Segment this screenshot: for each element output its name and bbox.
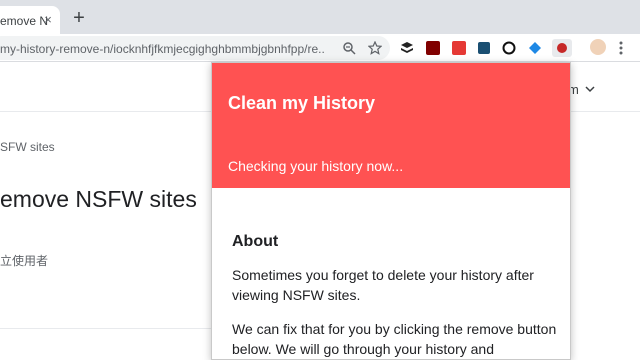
page-title: emove NSFW sites bbox=[0, 186, 197, 212]
red-extension-icon[interactable] bbox=[452, 41, 466, 55]
extension-popup: Clean my History Checking your history n… bbox=[211, 62, 571, 360]
profile-avatar[interactable] bbox=[590, 39, 606, 55]
about-paragraph-1: Sometimes you forget to delete your hist… bbox=[232, 267, 534, 303]
browser-tab[interactable]: emove NSFW × bbox=[0, 6, 60, 34]
tab-strip: emove NSFW × + bbox=[0, 0, 640, 34]
zoom-icon[interactable] bbox=[342, 41, 356, 55]
popup-body: About Sometimes you forget to delete you… bbox=[232, 233, 562, 360]
dark-extension-icon[interactable] bbox=[478, 42, 490, 54]
circle-extension-icon[interactable] bbox=[502, 41, 516, 55]
clean-history-extension-icon[interactable] bbox=[552, 39, 572, 57]
address-bar[interactable]: my-history-remove-n/iocknhfjfkmjecgighgh… bbox=[0, 36, 390, 60]
browser-toolbar: my-history-remove-n/iocknhfjfkmjecgighgh… bbox=[0, 34, 640, 62]
ublock-extension-icon[interactable] bbox=[426, 41, 440, 55]
user-count-text: 立使用者 bbox=[0, 254, 49, 268]
more-menu-icon[interactable] bbox=[616, 41, 626, 55]
blue-extension-icon[interactable] bbox=[528, 41, 542, 55]
divider bbox=[0, 328, 212, 329]
popup-status: Checking your history now... bbox=[228, 158, 404, 174]
bookmark-star-icon[interactable] bbox=[368, 41, 382, 55]
about-heading: About bbox=[232, 233, 279, 250]
layers-extension-icon[interactable] bbox=[400, 41, 414, 55]
popup-header: Clean my History Checking your history n… bbox=[212, 63, 570, 188]
popup-title: Clean my History bbox=[228, 93, 376, 113]
tab-close-icon[interactable]: × bbox=[40, 12, 56, 28]
breadcrumb[interactable]: SFW sites bbox=[0, 140, 55, 154]
about-paragraph-2: We can fix that for you by clicking the … bbox=[232, 321, 557, 357]
url-text: my-history-remove-n/iocknhfjfkmjecgighgh… bbox=[0, 42, 325, 56]
chevron-down-icon[interactable] bbox=[584, 83, 596, 95]
new-tab-button[interactable]: + bbox=[70, 8, 88, 28]
